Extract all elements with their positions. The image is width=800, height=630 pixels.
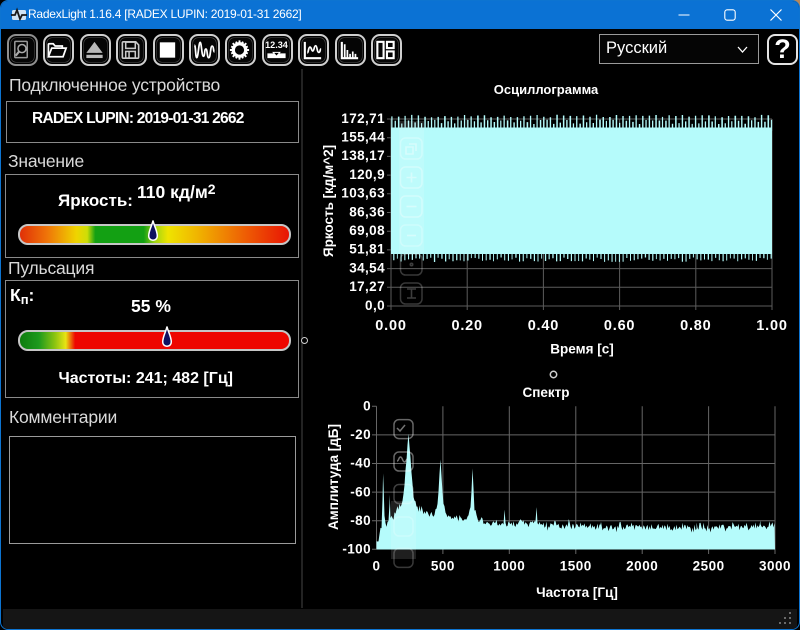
svg-text:1.00: 1.00	[756, 318, 787, 334]
svg-text:Яркость [кд/м^2]: Яркость [кд/м^2]	[321, 145, 336, 257]
svg-text:2500: 2500	[693, 559, 725, 574]
svg-text:Частота [Гц]: Частота [Гц]	[536, 585, 618, 600]
svg-text:1000: 1000	[493, 559, 525, 574]
svg-text:138,17: 138,17	[341, 148, 385, 163]
svg-text:-40: -40	[350, 456, 371, 471]
svg-text:-80: -80	[350, 513, 371, 528]
svg-text:Время [с]: Время [с]	[550, 342, 613, 357]
svg-text:0: 0	[363, 399, 371, 414]
svg-text:3000: 3000	[759, 559, 791, 574]
svg-text:0: 0	[372, 559, 380, 574]
svg-text:-60: -60	[350, 484, 371, 499]
svg-text:Осциллограмма: Осциллограмма	[494, 82, 599, 97]
svg-text:500: 500	[431, 559, 455, 574]
svg-text:0.20: 0.20	[451, 318, 482, 334]
svg-text:12.34: 12.34	[265, 40, 288, 50]
svg-text:86,36: 86,36	[349, 204, 385, 219]
svg-text:69,08: 69,08	[349, 223, 385, 238]
svg-text:0.80: 0.80	[680, 318, 711, 334]
svg-text:0.00: 0.00	[375, 318, 406, 334]
svg-text:155,44: 155,44	[341, 130, 385, 145]
svg-text:-20: -20	[350, 427, 371, 442]
svg-text:1500: 1500	[560, 559, 592, 574]
svg-text:120,9: 120,9	[349, 167, 385, 182]
svg-text:51,81: 51,81	[349, 242, 385, 257]
svg-text:172,71: 172,71	[341, 111, 385, 126]
svg-text:17,27: 17,27	[349, 279, 385, 294]
svg-text:0.40: 0.40	[528, 318, 559, 334]
svg-text:-100: -100	[342, 542, 371, 557]
svg-text:0,0: 0,0	[365, 298, 385, 313]
svg-text:Амплитуда [дБ]: Амплитуда [дБ]	[326, 424, 341, 530]
svg-text:Спектр: Спектр	[522, 385, 569, 400]
svg-text:0.60: 0.60	[604, 318, 635, 334]
svg-text:2000: 2000	[626, 559, 658, 574]
svg-text:34,54: 34,54	[349, 260, 385, 275]
svg-text:103,63: 103,63	[341, 186, 385, 201]
